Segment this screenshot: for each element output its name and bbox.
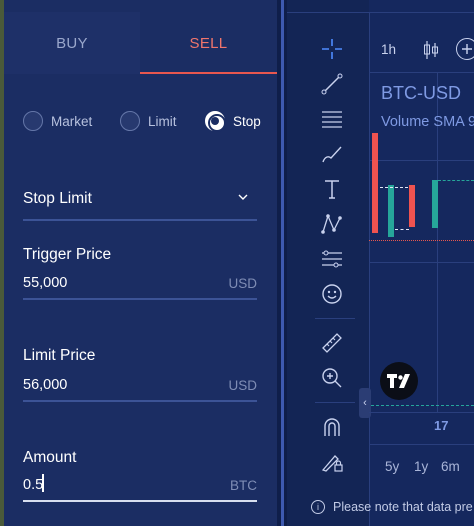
toolbar-divider [369,12,370,526]
limit-price-field: USD [23,372,257,402]
trading-chart: 1h BTC-USD Volume SMA 9 ‹ 17 5y 1y 6m i … [287,0,474,526]
amount-underline [23,500,257,502]
chevron-down-icon [238,194,248,200]
panel-divider[interactable] [277,0,287,526]
limit-price-input[interactable] [23,372,213,398]
order-type-stop[interactable]: Stop [205,110,261,132]
candle [372,133,378,233]
trend-line-icon[interactable] [317,69,347,99]
stop-type-select[interactable]: Stop Limit [23,183,257,221]
range-5y[interactable]: 5y [385,459,399,474]
order-type-limit-label: Limit [148,113,177,129]
add-indicator-icon[interactable] [456,38,474,60]
pattern-icon[interactable] [317,209,347,239]
interval-button[interactable]: 1h [381,42,396,57]
tab-buy[interactable]: BUY [4,12,140,74]
topbar-border [369,72,474,73]
emoji-icon[interactable] [317,279,347,309]
forecast-icon[interactable] [317,244,347,274]
zoom-in-icon[interactable] [317,363,347,393]
text-caret [42,474,44,492]
candle [388,185,394,237]
toolbar-separator [315,318,355,319]
limit-price-underline [23,400,257,402]
tab-sell[interactable]: SELL [140,12,277,74]
amount-field: BTC [23,472,257,502]
amount-unit: BTC [230,478,257,493]
order-side-tabs: BUY SELL [4,12,277,74]
background-strip [0,0,4,526]
select-underline [23,219,257,221]
amount-label: Amount [23,449,77,466]
trigger-price-unit: USD [228,276,257,291]
toolbar-separator-2 [315,402,355,403]
tradingview-logo[interactable] [380,362,418,400]
amount-input[interactable] [23,472,213,498]
order-type-limit[interactable]: Limit [120,110,177,132]
range-6m[interactable]: 6m [441,459,460,474]
grid-line [369,160,474,161]
level-line [438,180,474,181]
toolbar-top-border [287,12,474,13]
ruler-icon[interactable] [317,328,347,358]
tab-active-indicator [140,72,277,74]
order-panel: BUY SELL Market Limit Stop Stop Limit Tr… [0,0,277,526]
x-axis-label: 17 [434,418,449,433]
collapse-toolbar-button[interactable]: ‹ [359,388,371,418]
brush-icon[interactable] [317,139,347,169]
volume-line [371,405,474,406]
magnet-icon[interactable] [317,412,347,442]
order-type-market-label: Market [51,113,93,129]
level-line [395,229,409,230]
grid-line [369,262,474,263]
trigger-price-underline [23,298,257,300]
trigger-price-field: USD [23,270,257,300]
candles-style-icon[interactable] [421,39,441,61]
level-line [380,187,408,188]
order-type-market[interactable]: Market [23,110,92,132]
trigger-price-input[interactable] [23,270,213,296]
axis-border-2 [369,444,474,445]
drawing-toolbar [287,0,474,526]
radio-stop[interactable] [205,111,226,132]
data-notice-text: Please note that data pre [333,500,473,514]
candle [432,180,438,228]
candle [409,185,415,227]
chart-topbar: 1h [369,28,474,74]
radio-market[interactable] [23,111,43,131]
horizontal-lines-icon[interactable] [317,104,347,134]
limit-price-unit: USD [228,378,257,393]
stop-type-value: Stop Limit [23,190,92,207]
data-notice: i Please note that data pre [311,500,473,514]
crosshair-icon[interactable] [317,34,347,64]
trigger-price-label: Trigger Price [23,246,112,263]
radio-limit[interactable] [120,111,140,131]
lock-drawing-icon[interactable] [317,447,347,477]
limit-price-label: Limit Price [23,347,96,364]
chart-indicator[interactable]: Volume SMA 9 [381,114,474,130]
divider-bar [281,0,284,526]
price-line [369,240,474,241]
info-icon: i [311,500,325,514]
range-1y[interactable]: 1y [414,459,428,474]
order-type-stop-label: Stop [233,113,261,129]
axis-border [369,412,474,413]
chart-symbol[interactable]: BTC-USD [381,83,461,104]
text-icon[interactable] [317,174,347,204]
tab-sell-label: SELL [189,34,228,52]
